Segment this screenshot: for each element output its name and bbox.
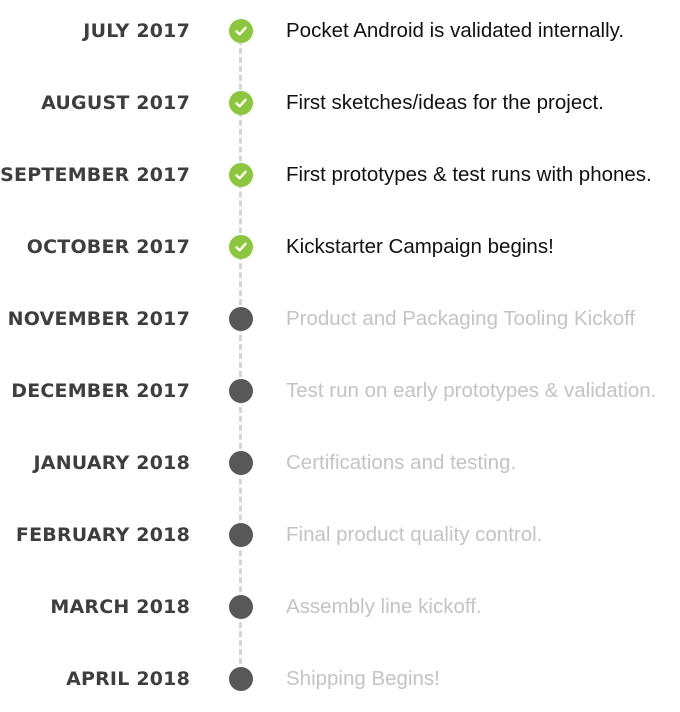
timeline-row: DECEMBER 2017 Test run on early prototyp… (0, 371, 680, 411)
milestone-date: JANUARY 2018 (33, 452, 190, 474)
dot-icon (229, 379, 253, 403)
timeline-dashed-line (239, 30, 242, 682)
check-icon (229, 163, 253, 187)
milestone-date: OCTOBER 2017 (26, 236, 190, 258)
check-icon (229, 235, 253, 259)
milestone-description: Test run on early prototypes & validatio… (286, 379, 657, 402)
dot-icon (229, 595, 253, 619)
milestone-date: FEBRUARY 2018 (15, 524, 190, 546)
milestone-date: DECEMBER 2017 (11, 380, 190, 402)
timeline-row: JULY 2017 Pocket Android is validated in… (0, 11, 680, 51)
timeline-row: JANUARY 2018 Certifications and testing. (0, 443, 680, 483)
milestone-description: Kickstarter Campaign begins! (286, 235, 554, 258)
milestone-date: APRIL 2018 (66, 668, 190, 690)
milestone-description: Pocket Android is validated internally. (286, 19, 625, 42)
timeline-row: FEBRUARY 2018 Final product quality cont… (0, 515, 680, 555)
dot-icon (229, 667, 253, 691)
milestone-description: Final product quality control. (286, 523, 543, 546)
check-icon (229, 91, 253, 115)
milestone-description: Certifications and testing. (286, 451, 517, 474)
milestone-date: JULY 2017 (83, 20, 190, 42)
timeline-row: AUGUST 2017 First sketches/ideas for the… (0, 83, 680, 123)
milestone-description: First prototypes & test runs with phones… (286, 163, 652, 186)
timeline-row: SEPTEMBER 2017 First prototypes & test r… (0, 155, 680, 195)
milestone-date: SEPTEMBER 2017 (0, 164, 190, 186)
roadmap-timeline: JULY 2017 Pocket Android is validated in… (0, 0, 680, 712)
timeline-row: APRIL 2018 Shipping Begins! (0, 659, 680, 699)
milestone-date: MARCH 2018 (50, 596, 190, 618)
dot-icon (229, 307, 253, 331)
milestone-description: First sketches/ideas for the project. (286, 91, 604, 114)
milestone-description: Shipping Begins! (286, 667, 440, 690)
milestone-date: NOVEMBER 2017 (7, 308, 190, 330)
dot-icon (229, 523, 253, 547)
timeline-row: NOVEMBER 2017 Product and Packaging Tool… (0, 299, 680, 339)
milestone-description: Product and Packaging Tooling Kickoff (286, 307, 636, 330)
milestone-date: AUGUST 2017 (41, 92, 190, 114)
milestone-description: Assembly line kickoff. (286, 595, 482, 618)
timeline-row: MARCH 2018 Assembly line kickoff. (0, 587, 680, 627)
timeline-row: OCTOBER 2017 Kickstarter Campaign begins… (0, 227, 680, 267)
check-icon (229, 19, 253, 43)
dot-icon (229, 451, 253, 475)
